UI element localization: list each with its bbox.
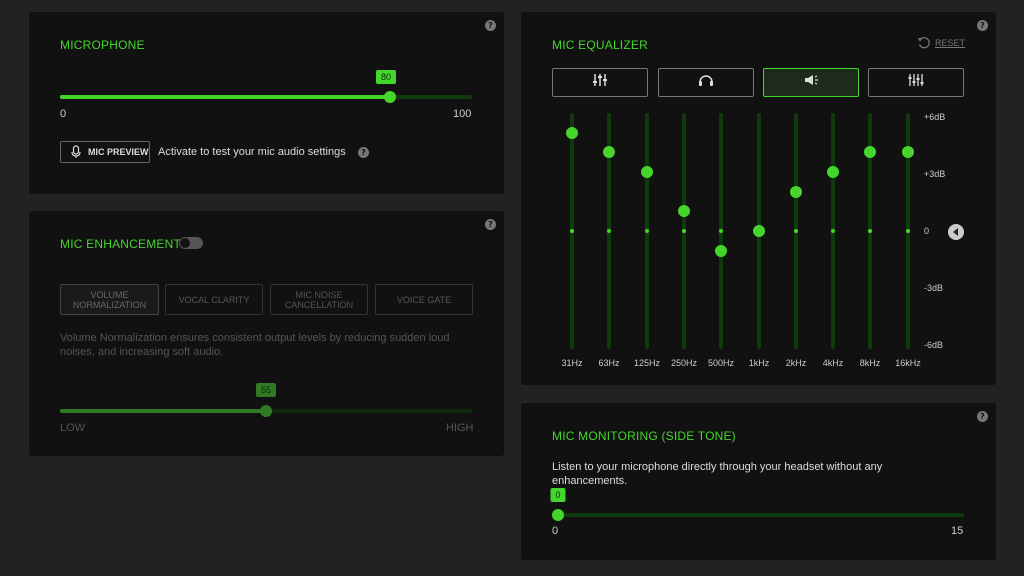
help-icon[interactable]: ? [977, 411, 988, 422]
eq-band-knob-2kHz[interactable] [790, 186, 802, 198]
mic-preview-hint: Activate to test your mic audio settings [158, 146, 346, 158]
option-voice-gate[interactable]: VOICE GATE [375, 284, 473, 315]
microphone-min-label: 0 [60, 108, 67, 120]
equalizer-panel: ? MIC EQUALIZER RESET 31Hz 63Hz 125Hz 250Hz… [521, 12, 996, 385]
db-label-minus6: -6dB [924, 340, 944, 350]
eq-band-label: 16kHz [895, 358, 921, 368]
monitoring-slider-thumb[interactable] [552, 509, 564, 521]
eq-band-label: 2kHz [785, 358, 807, 368]
option-vocal-clarity[interactable]: VOCAL CLARITY [165, 284, 263, 315]
microphone-slider-thumb[interactable] [383, 91, 396, 103]
monitoring-title: MIC MONITORING (SIDE TONE) [552, 429, 736, 443]
enhancement-toggle[interactable] [179, 237, 203, 249]
enhancement-description: Volume Normalization ensures consistent … [60, 332, 450, 358]
eq-band-knob-31Hz[interactable] [566, 127, 578, 139]
microphone-panel: ? MICROPHONE 80 0 100 MIC PREVIEW Activa… [29, 12, 504, 194]
eq-band-label: 63Hz [598, 358, 620, 368]
eq-band-knob-250Hz[interactable] [678, 205, 690, 217]
eq-band-label: 8kHz [859, 358, 881, 368]
monitoring-max-label: 15 [951, 525, 964, 537]
microphone-slider-fill [60, 95, 390, 99]
eq-band-center-mark [794, 229, 798, 233]
monitoring-min-label: 0 [552, 525, 559, 537]
eq-band-label: 500Hz [707, 358, 735, 368]
enhancement-slider-fill [60, 409, 266, 413]
enhancement-high-label: HIGH [446, 422, 474, 434]
mic-preview-button[interactable]: MIC PREVIEW [60, 141, 150, 163]
db-label-zero: 0 [924, 226, 930, 236]
mic-preview-label: MIC PREVIEW [88, 147, 149, 157]
microphone-max-label: 100 [453, 108, 472, 120]
eq-band-knob-4kHz[interactable] [827, 166, 839, 178]
eq-band-center-mark [607, 229, 611, 233]
monitoring-description: Listen to your microphone directly throu… [552, 461, 883, 487]
eq-band-label: 31Hz [561, 358, 583, 368]
db-label-minus3: -3dB [924, 283, 944, 293]
monitoring-panel: ? MIC MONITORING (SIDE TONE) Listen to y… [521, 403, 996, 560]
help-icon[interactable]: ? [358, 147, 369, 158]
speaker-toggle-icon[interactable] [948, 224, 964, 240]
help-icon[interactable]: ? [485, 219, 496, 230]
microphone-value-tooltip: 80 [375, 70, 397, 84]
eq-band-knob-125Hz[interactable] [641, 166, 653, 178]
eq-band-label: 4kHz [822, 358, 844, 368]
eq-band-knob-16kHz[interactable] [902, 146, 914, 158]
eq-band-center-mark [570, 229, 574, 233]
eq-band-knob-8kHz[interactable] [864, 146, 876, 158]
monitoring-value-tooltip: 0 [550, 488, 566, 502]
enhancement-slider-thumb[interactable] [260, 405, 272, 417]
eq-band-knob-63Hz[interactable] [603, 146, 615, 158]
microphone-title: MICROPHONE [60, 38, 145, 52]
eq-band-center-mark [868, 229, 872, 233]
enhancement-title: MIC ENHANCEMENT [60, 237, 182, 251]
equalizer-bands: 31Hz 63Hz 125Hz 250Hz 500Hz 1kHz 2kHz 4kHz 8kHz 1… [521, 12, 996, 385]
option-mic-noise-cancellation[interactable]: MIC NOISE CANCELLATION [270, 284, 368, 315]
eq-band-center-mark [645, 229, 649, 233]
microphone-slider[interactable] [60, 91, 472, 103]
db-label-plus6: +6dB [924, 112, 946, 122]
enhancement-slider[interactable] [60, 405, 472, 417]
eq-band-knob-500Hz[interactable] [715, 245, 727, 257]
microphone-icon [69, 145, 83, 159]
enhancement-panel: ? MIC ENHANCEMENT VOLUME NORMALIZATION V… [29, 211, 504, 456]
monitoring-slider[interactable] [552, 509, 964, 521]
eq-band-label: 1kHz [748, 358, 770, 368]
eq-band-center-mark [831, 229, 835, 233]
db-label-plus3: +3dB [924, 169, 946, 179]
eq-band-center-mark [719, 229, 723, 233]
enhancement-toggle-knob [180, 238, 190, 248]
eq-band-center-mark [906, 229, 910, 233]
eq-band-label: 125Hz [633, 358, 661, 368]
option-volume-normalization[interactable]: VOLUME NORMALIZATION [60, 284, 159, 315]
help-icon[interactable]: ? [485, 20, 496, 31]
enhancement-value-tooltip: 55 [255, 383, 277, 397]
eq-band-center-mark [682, 229, 686, 233]
eq-band-label: 250Hz [670, 358, 698, 368]
enhancement-low-label: LOW [60, 422, 86, 434]
eq-band-knob-1kHz[interactable] [753, 225, 765, 237]
